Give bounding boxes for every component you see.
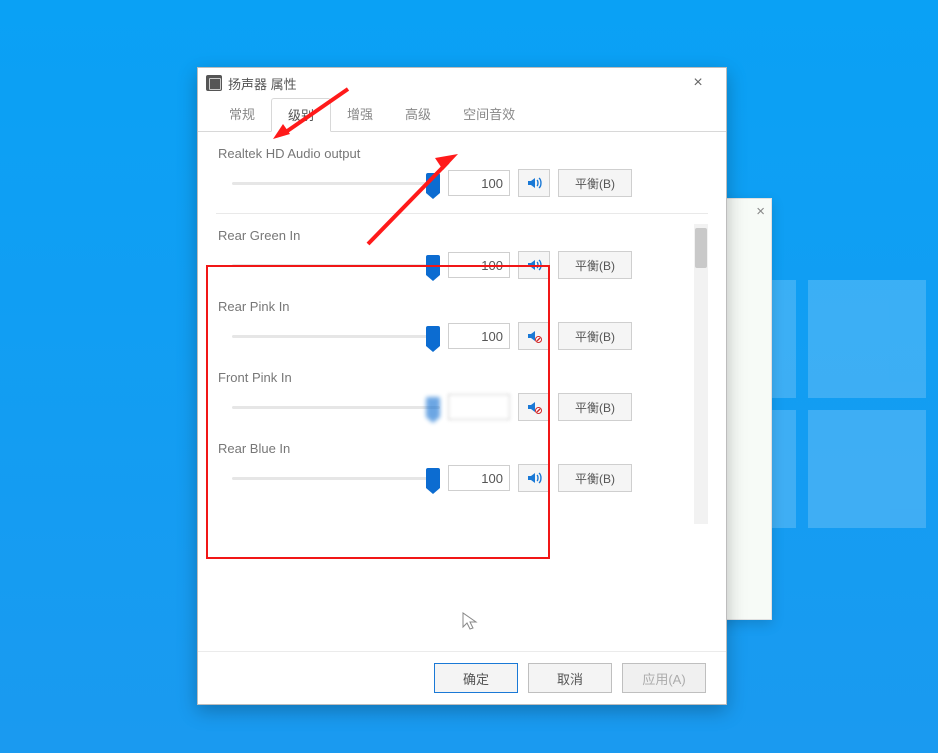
input-mute-button[interactable] bbox=[518, 251, 550, 279]
input-section: Rear Pink In 100 平衡(B) bbox=[216, 295, 708, 352]
input-balance-button[interactable]: 平衡(B) bbox=[558, 464, 632, 492]
cancel-button[interactable]: 取消 bbox=[528, 663, 612, 693]
input-balance-button[interactable]: 平衡(B) bbox=[558, 322, 632, 350]
tab-levels[interactable]: 级别 bbox=[271, 98, 331, 132]
input-label: Front Pink In bbox=[216, 366, 708, 391]
input-mute-button[interactable] bbox=[518, 464, 550, 492]
titlebar: 扬声器 属性 × bbox=[198, 68, 726, 98]
input-value[interactable]: 100 bbox=[448, 252, 510, 278]
close-button[interactable]: × bbox=[678, 74, 718, 92]
main-output-balance-button[interactable]: 平衡(B) bbox=[558, 169, 632, 197]
ok-button[interactable]: 确定 bbox=[434, 663, 518, 693]
input-value[interactable]: 100 bbox=[448, 465, 510, 491]
input-mute-button[interactable] bbox=[518, 393, 550, 421]
scrollbar-thumb[interactable] bbox=[695, 228, 707, 268]
input-label: Rear Pink In bbox=[216, 295, 708, 320]
speaker-properties-dialog: 扬声器 属性 × 常规 级别 增强 高级 空间音效 Realtek HD Aud… bbox=[197, 67, 727, 705]
main-output-section: Realtek HD Audio output 100 平衡(B) bbox=[216, 142, 708, 199]
input-label: Rear Blue In bbox=[216, 437, 708, 462]
input-value[interactable] bbox=[448, 394, 510, 420]
scrollbar[interactable] bbox=[694, 224, 708, 524]
close-icon[interactable]: × bbox=[756, 203, 765, 220]
input-slider[interactable] bbox=[232, 252, 440, 278]
main-output-value[interactable]: 100 bbox=[448, 170, 510, 196]
divider bbox=[216, 213, 708, 214]
tab-spatial[interactable]: 空间音效 bbox=[447, 98, 531, 131]
window-title: 扬声器 属性 bbox=[228, 74, 678, 93]
tab-advanced[interactable]: 高级 bbox=[389, 98, 447, 131]
dialog-button-bar: 确定 取消 应用(A) bbox=[198, 651, 726, 704]
input-slider[interactable] bbox=[232, 465, 440, 491]
mouse-cursor-icon bbox=[462, 612, 480, 630]
input-value[interactable]: 100 bbox=[448, 323, 510, 349]
tab-enhance[interactable]: 增强 bbox=[331, 98, 389, 131]
tab-content: Realtek HD Audio output 100 平衡(B) Rear G… bbox=[198, 132, 726, 630]
tab-bar: 常规 级别 增强 高级 空间音效 bbox=[198, 98, 726, 132]
input-mute-button[interactable] bbox=[518, 322, 550, 350]
main-output-slider[interactable] bbox=[232, 170, 440, 196]
input-slider[interactable] bbox=[232, 394, 440, 420]
apply-button: 应用(A) bbox=[622, 663, 706, 693]
input-balance-button[interactable]: 平衡(B) bbox=[558, 393, 632, 421]
input-section: Front Pink In 平衡(B) bbox=[216, 366, 708, 423]
speaker-icon bbox=[206, 75, 222, 91]
input-slider[interactable] bbox=[232, 323, 440, 349]
tab-general[interactable]: 常规 bbox=[213, 98, 271, 131]
main-output-label: Realtek HD Audio output bbox=[216, 142, 708, 167]
input-section: Rear Blue In 100 平衡(B) bbox=[216, 437, 708, 494]
main-output-mute-button[interactable] bbox=[518, 169, 550, 197]
input-label: Rear Green In bbox=[216, 224, 708, 249]
input-balance-button[interactable]: 平衡(B) bbox=[558, 251, 632, 279]
input-section: Rear Green In 100 平衡(B) bbox=[216, 224, 708, 281]
inputs-scroll-area: Rear Green In 100 平衡(B) Rear Pink In 100 bbox=[216, 224, 708, 524]
